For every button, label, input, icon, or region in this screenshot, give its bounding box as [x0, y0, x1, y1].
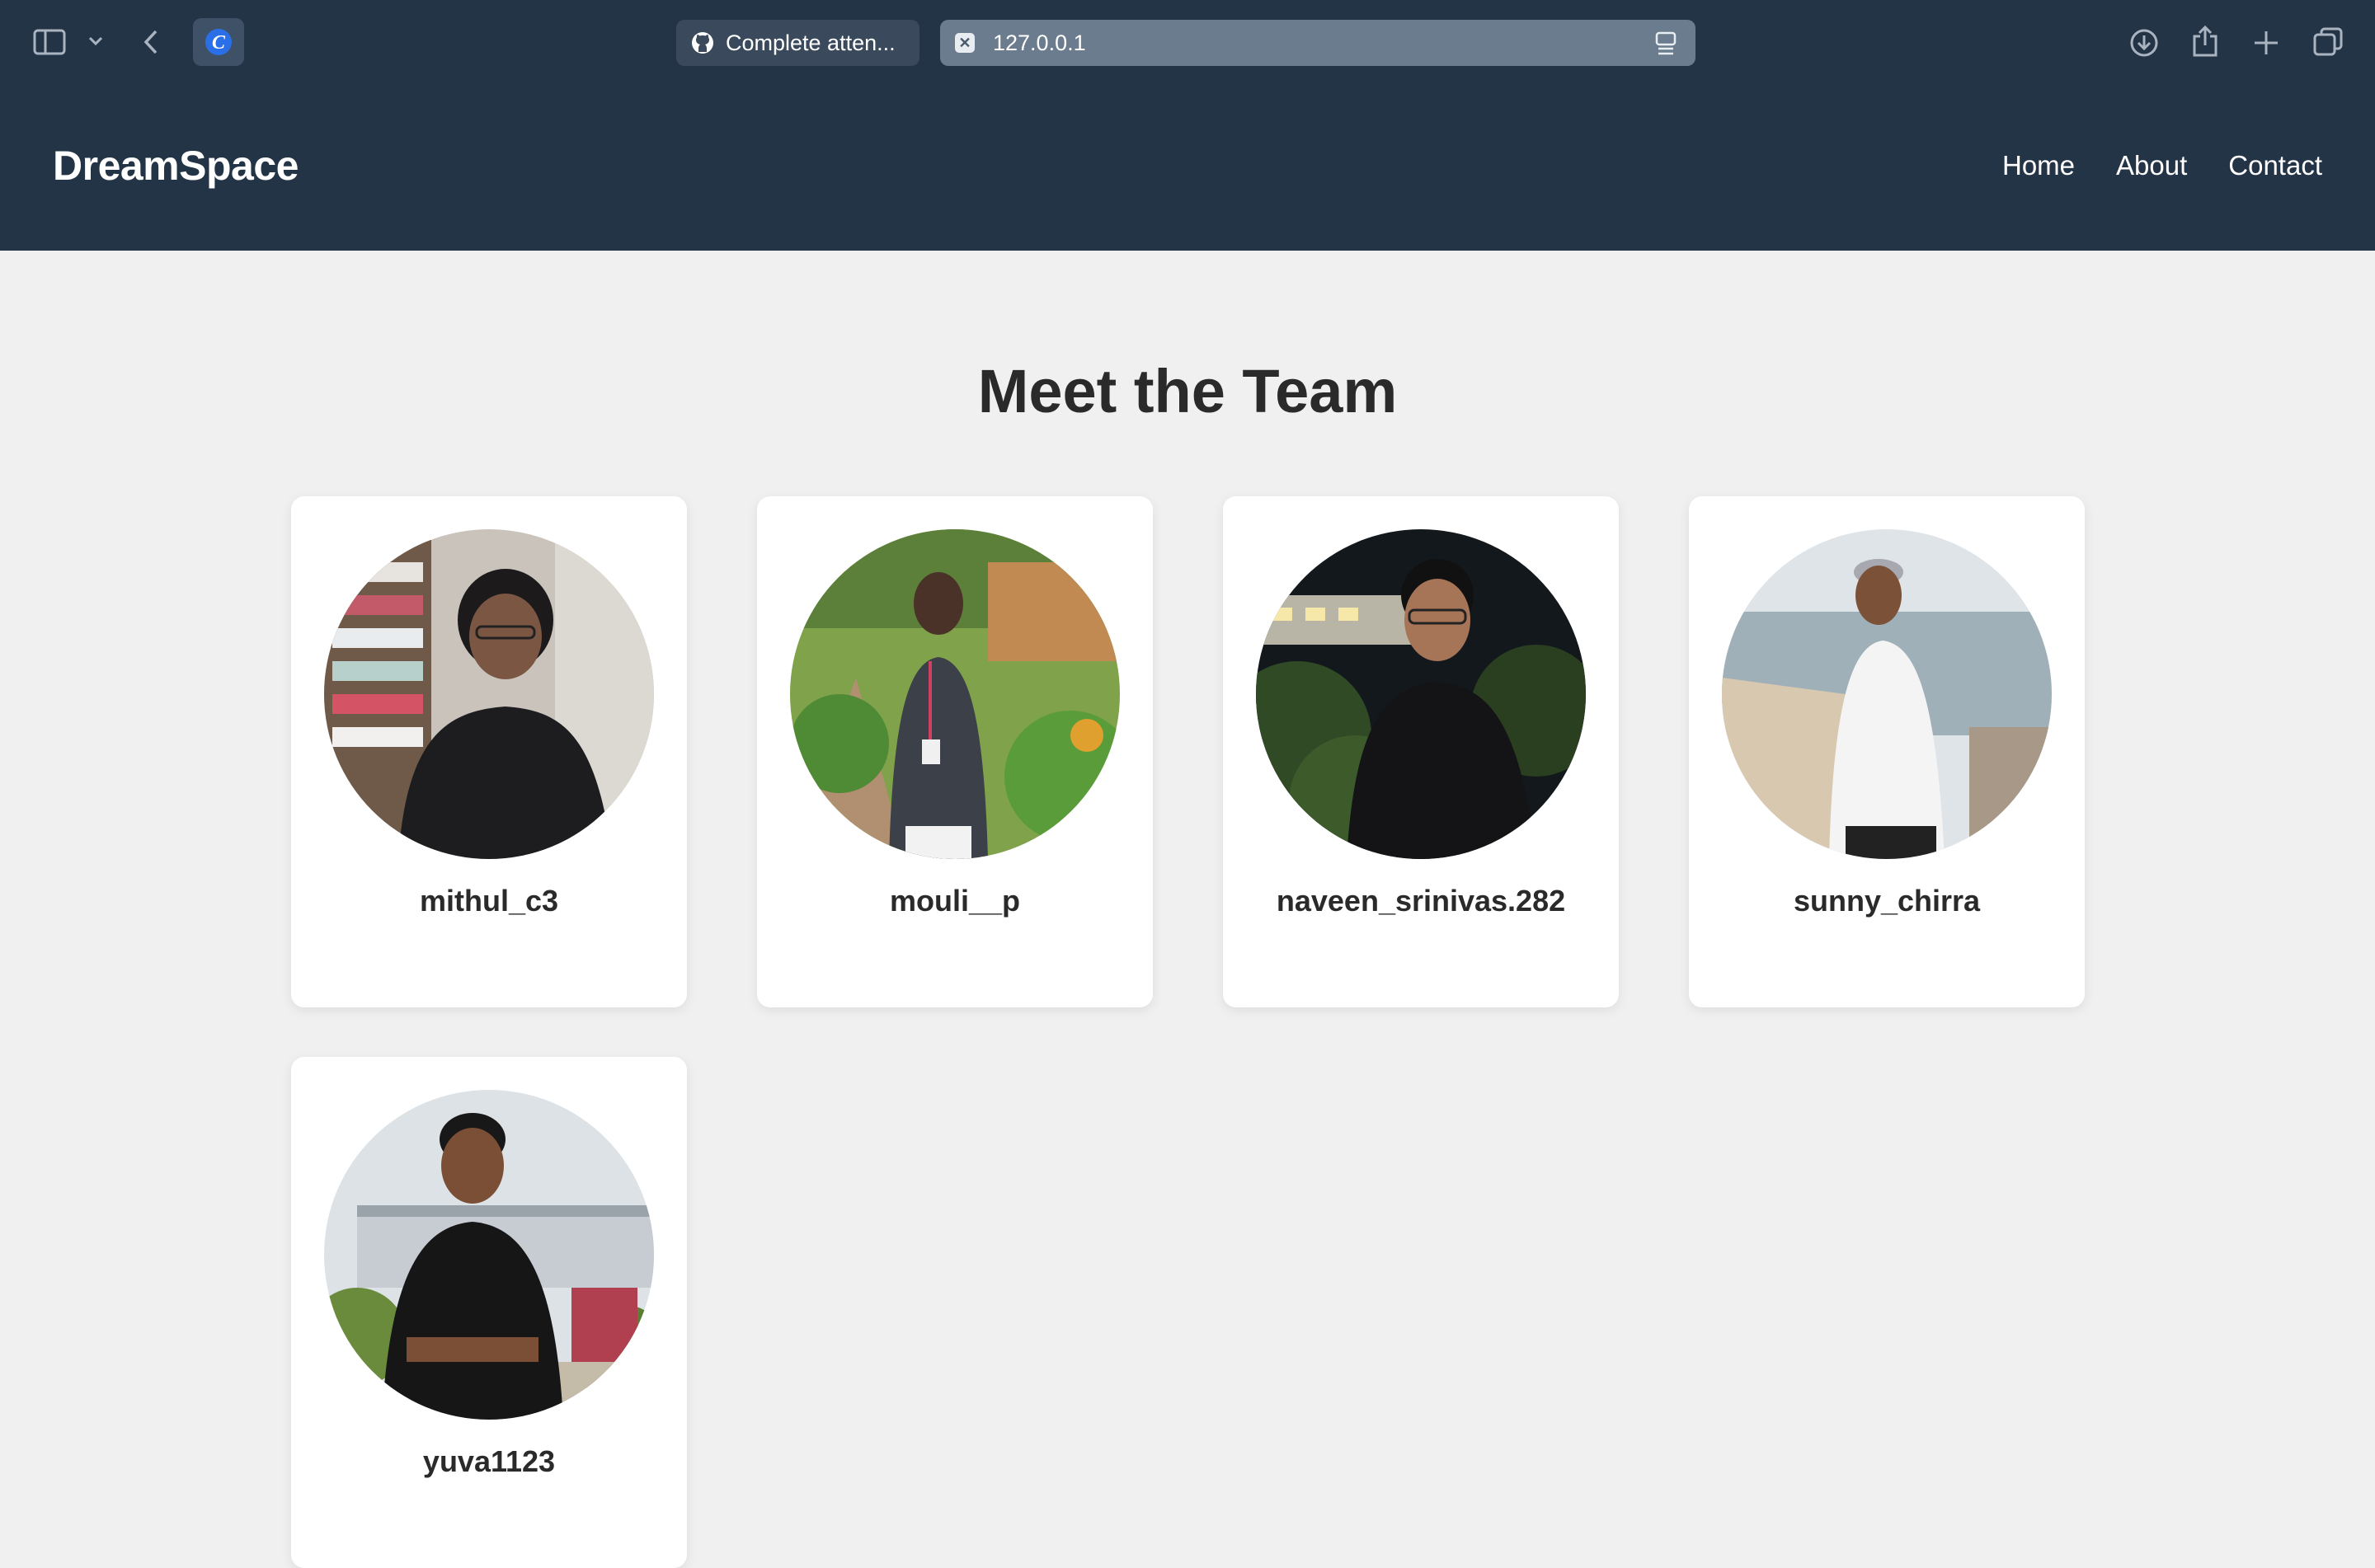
share-icon[interactable] [2189, 23, 2222, 59]
address-text[interactable]: 127.0.0.1 [993, 31, 1086, 56]
browser-toolbar: C Complete atten... ✕ 127.0.0.1 [0, 0, 2375, 84]
member-name: mouli__p [889, 884, 1021, 918]
tab-github[interactable]: Complete atten... [676, 20, 919, 66]
nav-contact-link[interactable]: Contact [2228, 150, 2322, 181]
nav-about-link[interactable]: About [2116, 150, 2187, 181]
reader-icon[interactable] [1654, 31, 1677, 62]
main-nav: Home About Contact [2002, 150, 2322, 181]
member-name: mithul_c3 [419, 884, 559, 918]
tab-localhost[interactable]: ✕ 127.0.0.1 [940, 20, 1695, 66]
avatar-photo [1722, 529, 2052, 859]
avatar-photo [324, 529, 654, 859]
chevron-down-icon[interactable] [86, 31, 106, 51]
new-tab-icon[interactable] [2250, 26, 2283, 59]
member-name: yuva1123 [422, 1444, 556, 1478]
member-name: naveen_srinivas.282 [1276, 884, 1566, 918]
site-header: DreamSpace Home About Contact [0, 84, 2375, 251]
github-icon [691, 31, 714, 54]
sidebar-toggle-icon[interactable] [31, 26, 68, 58]
team-card-sunny[interactable]: sunny_chirra [1689, 496, 2085, 1007]
tab-overview-icon[interactable] [2311, 25, 2345, 59]
team-card-mouli[interactable]: mouli__p [757, 496, 1153, 1007]
member-name: sunny_chirra [1793, 884, 1981, 918]
close-tab-icon[interactable]: ✕ [955, 33, 975, 53]
brand-logo[interactable]: DreamSpace [53, 142, 299, 190]
team-card-yuva[interactable]: yuva1123 [291, 1057, 687, 1568]
avatar-photo [790, 529, 1120, 859]
svg-text:C: C [212, 32, 226, 54]
avatar-photo [324, 1090, 654, 1420]
tab-label: Complete atten... [726, 30, 896, 55]
team-card-naveen[interactable]: naveen_srinivas.282 [1223, 496, 1619, 1007]
avatar-photo [1256, 529, 1586, 859]
team-card-mithul[interactable]: mithul_c3 [291, 496, 687, 1007]
download-icon[interactable] [2128, 26, 2161, 59]
extension-icon[interactable]: C [193, 18, 244, 66]
nav-home-link[interactable]: Home [2002, 150, 2075, 181]
back-icon[interactable] [139, 26, 163, 58]
page-title: Meet the Team [977, 357, 1398, 425]
